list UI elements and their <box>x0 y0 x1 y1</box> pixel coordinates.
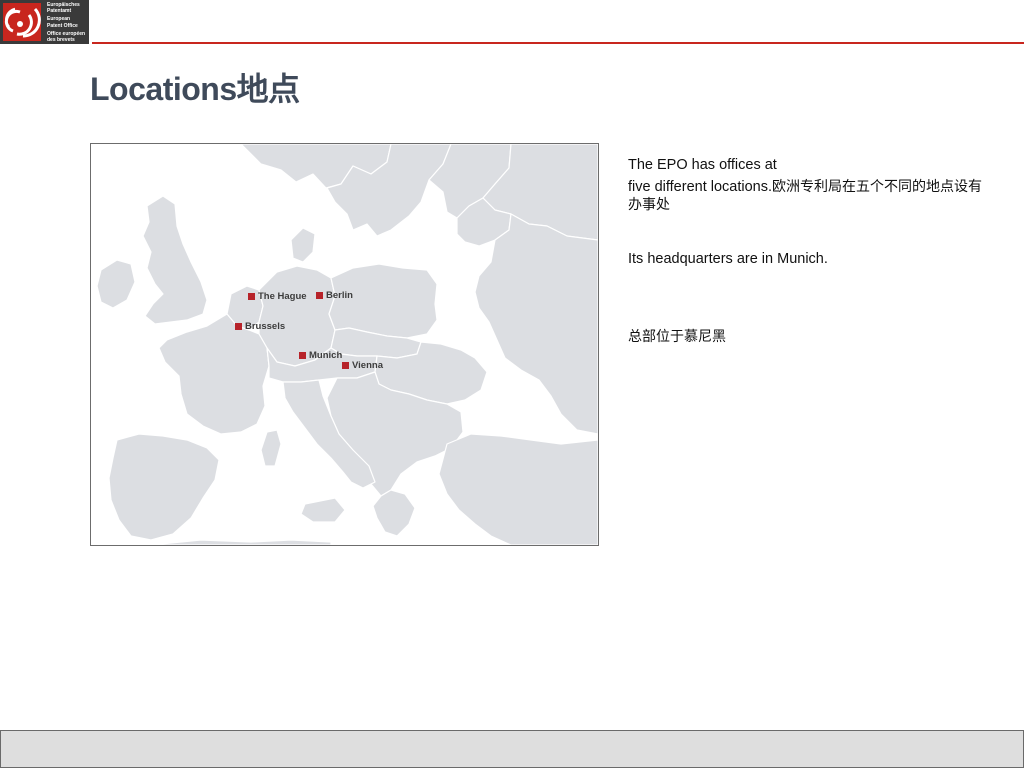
body-line-2: five different locations.欧洲专利局在五个不同的地点设有… <box>628 178 988 214</box>
logo-wordmark: Europäisches Patentamt European Patent O… <box>47 2 89 43</box>
epo-swirl-icon <box>3 3 41 41</box>
logo-line: Patentamt <box>47 8 72 15</box>
marker-label: Berlin <box>326 290 353 301</box>
location-marker-icon <box>235 323 242 330</box>
marker-label: Vienna <box>352 360 383 371</box>
marker-the-hague: The Hague <box>248 291 307 302</box>
marker-brussels: Brussels <box>235 321 285 332</box>
marker-munich: Munich <box>299 350 342 361</box>
location-marker-icon <box>316 292 323 299</box>
page-title: Locations地点 <box>90 71 300 107</box>
location-marker-icon <box>299 352 306 359</box>
footer-bar <box>0 730 1024 768</box>
header-divider <box>92 42 1024 44</box>
europe-map: The Hague Berlin Brussels Munich Vienna <box>90 143 599 546</box>
epo-logo: Europäisches Patentamt European Patent O… <box>0 0 89 44</box>
logo-line: des brevets <box>47 37 75 44</box>
body-text: The EPO has offices at five different lo… <box>628 156 988 214</box>
headquarters-text: Its headquarters are in Munich. <box>628 251 828 267</box>
marker-label: Munich <box>309 350 343 361</box>
location-marker-icon <box>342 362 349 369</box>
marker-vienna: Vienna <box>342 360 383 371</box>
body-line-2-en: five different locations. <box>628 179 773 195</box>
location-marker-icon <box>248 293 255 300</box>
body-line-1: The EPO has offices at <box>628 157 777 173</box>
logo-line: Patent Office <box>47 22 78 29</box>
marker-label: Brussels <box>245 321 286 332</box>
map-land-shapes <box>96 144 598 545</box>
headquarters-text-cn: 总部位于慕尼黑 <box>628 329 726 345</box>
marker-label: The Hague <box>258 291 307 302</box>
marker-berlin: Berlin <box>316 290 353 301</box>
